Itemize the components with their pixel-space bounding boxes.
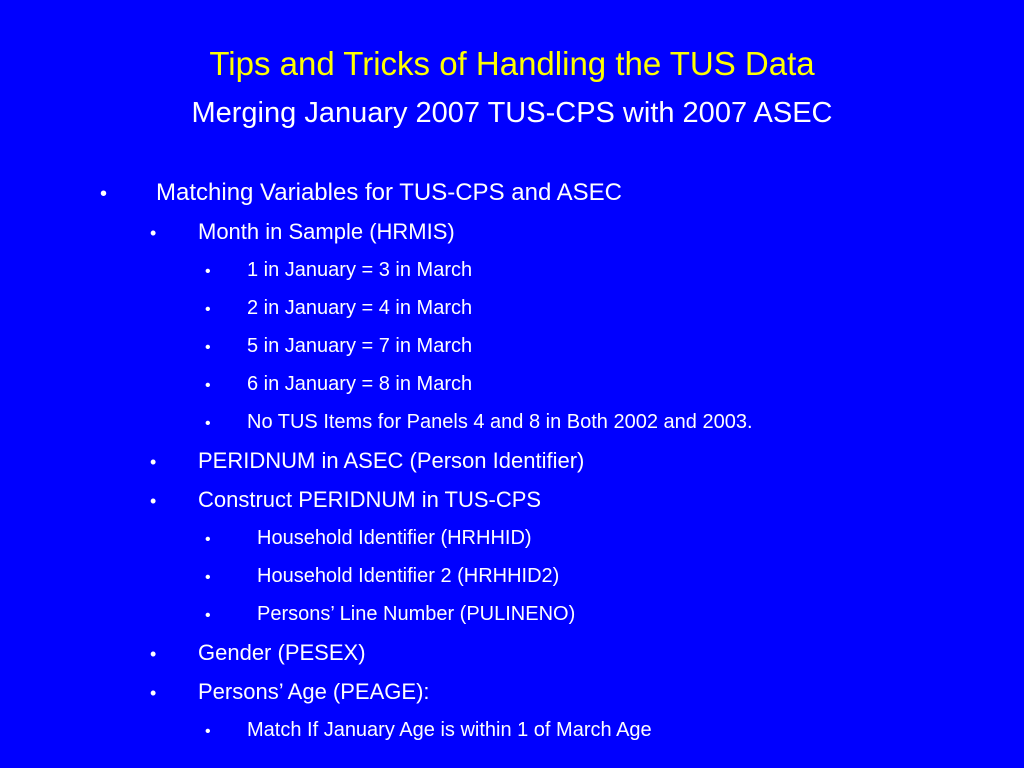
bullet-item: • No TUS Items for Panels 4 and 8 in Both…: [0, 404, 1024, 442]
bullet-item: • Household Identifier 2 (HRHHID2): [0, 558, 1024, 596]
bullet-point-icon: •: [205, 377, 211, 394]
bullet-point-icon: •: [205, 263, 211, 280]
bullet-item: • PERIDNUM in ASEC (Person Identifier): [0, 442, 1024, 481]
bullet-item: • 6 in January = 8 in March: [0, 366, 1024, 404]
bullet-item: • Household Identifier (HRHHID): [0, 520, 1024, 558]
bullet-item-label: Month in Sample (HRMIS): [198, 219, 455, 244]
bullet-item: • 5 in January = 7 in March: [0, 328, 1024, 366]
bullet-point-icon: •: [150, 223, 157, 243]
bullet-point-icon: •: [150, 491, 157, 511]
bullet-item-label: Persons’ Age (PEAGE):: [198, 679, 430, 704]
bullet-item-label: 2 in January = 4 in March: [247, 297, 473, 319]
bullet-point-icon: •: [150, 452, 157, 472]
bullet-item-label: Construct PERIDNUM in TUS-CPS: [198, 487, 542, 512]
bullet-point-icon: •: [100, 183, 108, 205]
bullet-point-icon: •: [205, 723, 211, 740]
bullet-item: • Persons’ Age (PEAGE):: [0, 673, 1024, 712]
bullet-item-label: 1 in January = 3 in March: [247, 259, 473, 281]
bullet-point-icon: •: [205, 569, 211, 586]
slide-title-block: Tips and Tricks of Handling the TUS Data…: [0, 0, 1024, 132]
bullet-item: • Month in Sample (HRMIS): [0, 213, 1024, 252]
bullet-item-label: No TUS Items for Panels 4 and 8 in Both …: [247, 411, 753, 433]
bullet-item: • 2 in January = 4 in March: [0, 290, 1024, 328]
bullet-item-label: Match If January Age is within 1 of Marc…: [247, 719, 652, 741]
bullet-item: • Matching Variables for TUS-CPS and ASEC: [0, 174, 1024, 213]
page-subtitle: Merging January 2007 TUS-CPS with 2007 A…: [191, 97, 833, 129]
bullet-item-label: 6 in January = 8 in March: [247, 373, 473, 395]
bullet-item-label: Gender (PESEX): [198, 640, 366, 665]
bullet-item: • Match If January Age is within 1 of Mar…: [0, 712, 1024, 750]
slide: Tips and Tricks of Handling the TUS Data…: [0, 0, 1024, 768]
page-title: Tips and Tricks of Handling the TUS Data: [209, 45, 815, 82]
bullet-point-icon: •: [205, 531, 211, 548]
bullet-item-label: 5 in January = 7 in March: [247, 335, 473, 357]
bullet-item: • 1 in January = 3 in March: [0, 252, 1024, 290]
bullet-item-label: Household Identifier (HRHHID): [257, 527, 532, 549]
bullet-point-icon: •: [150, 683, 157, 703]
bullet-item-label: Persons’ Line Number (PULINENO): [257, 603, 576, 625]
bullet-point-icon: •: [205, 607, 211, 624]
bullet-item: • Construct PERIDNUM in TUS-CPS: [0, 481, 1024, 520]
bullet-item-label: Matching Variables for TUS-CPS and ASEC: [156, 179, 622, 206]
bullet-point-icon: •: [205, 301, 211, 318]
bullet-point-icon: •: [150, 644, 157, 664]
bullet-item: • Gender (PESEX): [0, 634, 1024, 673]
bullet-item-label: Household Identifier 2 (HRHHID2): [257, 565, 560, 587]
bullet-item: • Persons’ Line Number (PULINENO): [0, 596, 1024, 634]
bullet-item-label: PERIDNUM in ASEC (Person Identifier): [198, 448, 585, 473]
bullet-point-icon: •: [205, 339, 211, 356]
bullet-point-icon: •: [205, 415, 211, 432]
slide-body: • Matching Variables for TUS-CPS and ASEC…: [0, 174, 1024, 750]
